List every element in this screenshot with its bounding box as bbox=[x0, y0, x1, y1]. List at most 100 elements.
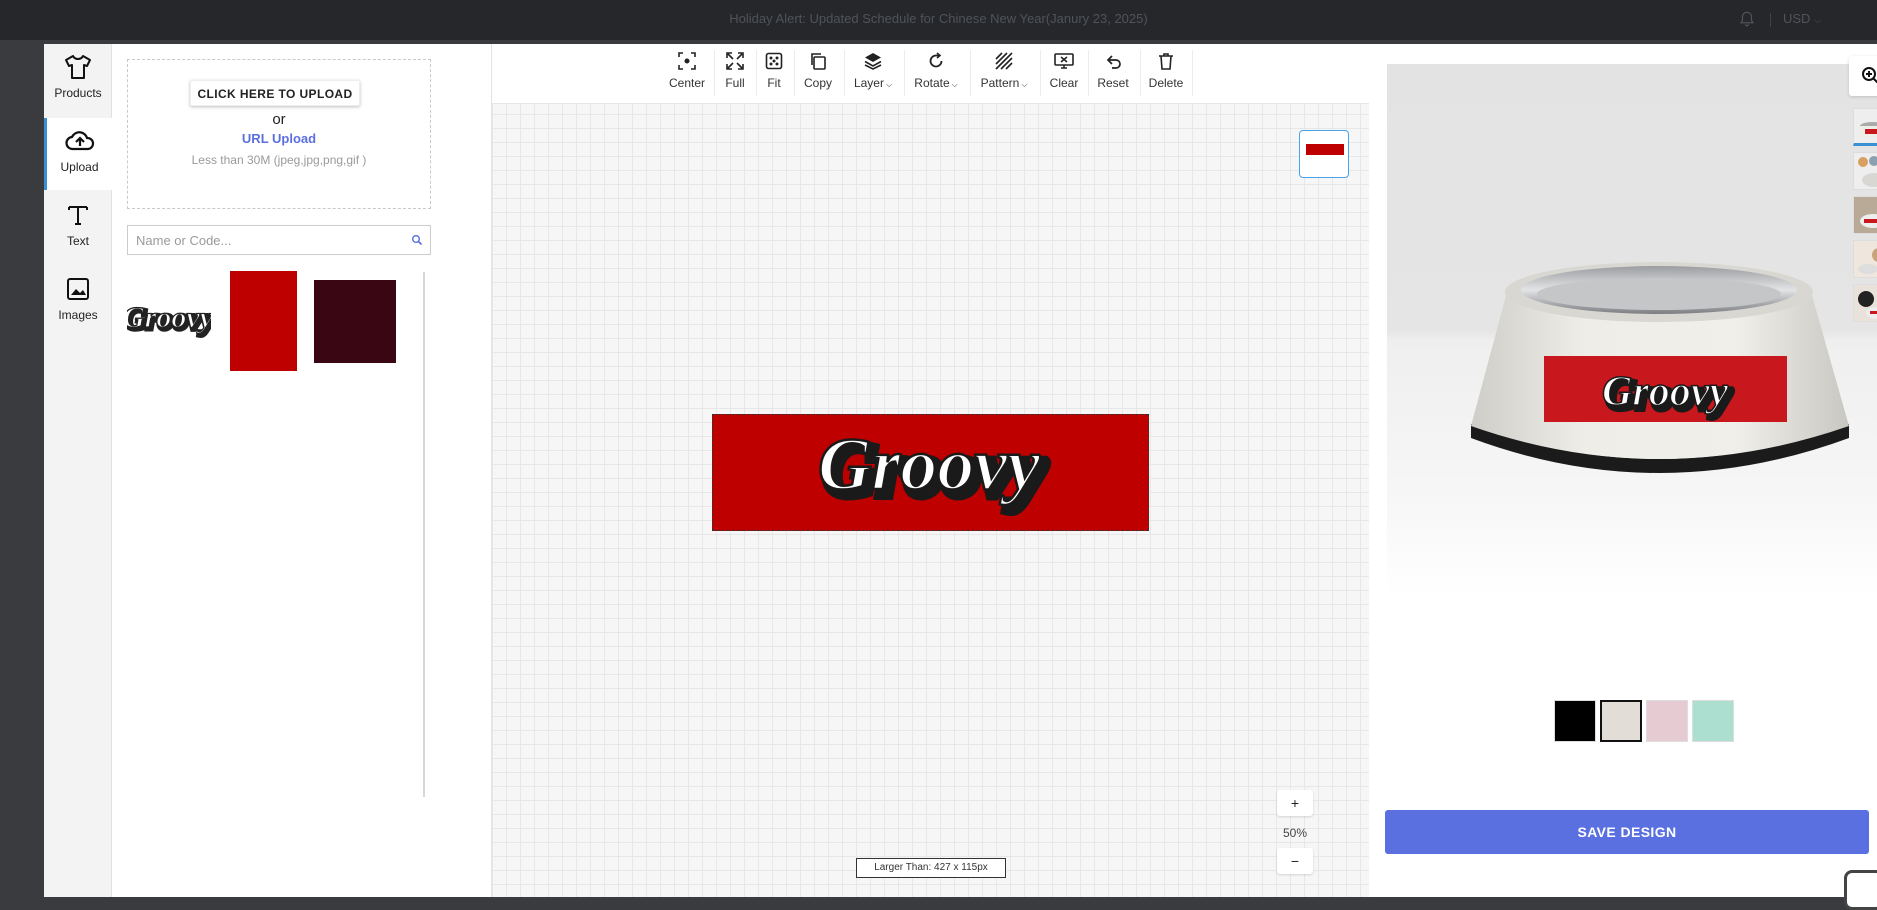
view-thumb-3[interactable] bbox=[1853, 196, 1877, 234]
view-thumb-1[interactable] bbox=[1853, 108, 1877, 146]
preview-panel: Groovy Groovy SAVE DESIGN bbox=[1369, 44, 1877, 897]
tool-label: Reset bbox=[1097, 76, 1129, 90]
zoom-in-button[interactable]: + bbox=[1277, 790, 1313, 816]
cloud-upload-icon bbox=[64, 131, 94, 151]
tshirt-icon bbox=[65, 55, 91, 79]
search-icon[interactable] bbox=[411, 234, 423, 246]
minimap-design bbox=[1306, 144, 1344, 155]
product-preview[interactable]: Groovy Groovy bbox=[1387, 64, 1877, 596]
search-input[interactable] bbox=[128, 226, 398, 254]
url-upload-link[interactable]: URL Upload bbox=[128, 131, 430, 146]
rotate-dropdown[interactable]: Rotate ⌵ bbox=[910, 52, 962, 100]
chevron-down-icon: ⌵ bbox=[885, 80, 893, 89]
save-design-button[interactable]: SAVE DESIGN bbox=[1385, 810, 1869, 854]
topbar-divider bbox=[1770, 13, 1771, 27]
swatch-black[interactable] bbox=[1554, 700, 1596, 742]
top-bar: Holiday Alert: Updated Schedule for Chin… bbox=[0, 0, 1877, 40]
full-button[interactable]: Full bbox=[720, 52, 750, 100]
page-gutter bbox=[0, 40, 44, 897]
clear-button[interactable]: Clear bbox=[1048, 52, 1080, 100]
view-thumb-graphic bbox=[1858, 156, 1877, 187]
zoom-in-icon bbox=[1862, 67, 1877, 84]
layer-dropdown[interactable]: Layer ⌵ bbox=[850, 52, 896, 100]
sidebar-item-images[interactable]: Images bbox=[44, 266, 112, 338]
tool-label: Fit bbox=[767, 76, 781, 90]
view-thumb-graphic bbox=[1854, 285, 1877, 321]
chevron-down-icon: ⌵ bbox=[1814, 15, 1821, 25]
tool-divider bbox=[844, 50, 845, 96]
sidebar-item-label: Images bbox=[58, 308, 98, 322]
currency-label: USD bbox=[1783, 11, 1811, 26]
fit-icon bbox=[765, 52, 783, 70]
view-rail bbox=[1849, 56, 1877, 336]
text-icon bbox=[68, 206, 88, 225]
design-graphic: Groovy Groovy bbox=[817, 423, 1052, 517]
swatch-pink[interactable] bbox=[1646, 700, 1688, 742]
uploaded-red-swatch[interactable] bbox=[230, 271, 297, 371]
sidebar-item-products[interactable]: Products bbox=[44, 44, 112, 116]
design-tool: Products Upload Text Images CLICK HERE T… bbox=[44, 44, 1877, 897]
delete-button[interactable]: Delete bbox=[1146, 52, 1186, 100]
tool-label: Clear bbox=[1049, 76, 1079, 90]
tool-label: Center bbox=[668, 76, 706, 90]
upload-button[interactable]: CLICK HERE TO UPLOAD bbox=[190, 80, 360, 106]
view-thumb-graphic bbox=[1854, 241, 1877, 277]
center-button[interactable]: Center bbox=[666, 52, 708, 100]
swatch-mint[interactable] bbox=[1692, 700, 1734, 742]
tool-divider bbox=[1088, 50, 1089, 96]
view-thumb-4[interactable] bbox=[1853, 240, 1877, 278]
tool-divider bbox=[756, 50, 757, 96]
copy-icon bbox=[811, 53, 826, 70]
upload-panel: CLICK HERE TO UPLOAD or URL Upload Less … bbox=[112, 44, 492, 897]
undo-icon bbox=[1106, 55, 1121, 69]
uploaded-logo-thumb[interactable]: Groovy Groovy bbox=[127, 293, 211, 345]
layers-icon bbox=[864, 53, 882, 70]
tool-label: Pattern bbox=[980, 76, 1020, 90]
canvas-minimap[interactable] bbox=[1299, 130, 1349, 178]
tool-label: Full bbox=[725, 76, 745, 90]
canvas-toolbar: Center Full Fit Copy Layer ⌵ Rotate ⌵ Pa… bbox=[492, 44, 1369, 104]
design-text: Groovy bbox=[818, 424, 1041, 506]
view-thumb-2[interactable] bbox=[1853, 152, 1877, 190]
tool-divider bbox=[794, 50, 795, 96]
pattern-icon bbox=[995, 52, 1013, 70]
design-element[interactable]: Groovy Groovy bbox=[712, 414, 1149, 531]
fit-button[interactable]: Fit bbox=[762, 52, 786, 100]
pet-bowl-mockup: Groovy Groovy bbox=[1471, 262, 1849, 473]
tool-divider bbox=[1140, 50, 1141, 96]
swatch-cream[interactable] bbox=[1600, 700, 1642, 742]
uploaded-maroon-swatch[interactable] bbox=[314, 280, 396, 363]
copy-button[interactable]: Copy bbox=[800, 52, 836, 100]
preview-zoom-button[interactable] bbox=[1849, 56, 1877, 96]
chat-widget-button[interactable] bbox=[1844, 870, 1877, 910]
zoom-level: 50% bbox=[1282, 826, 1308, 840]
sidebar-item-text[interactable]: Text bbox=[44, 192, 112, 264]
view-thumb-5[interactable] bbox=[1853, 284, 1877, 322]
holiday-alert[interactable]: Holiday Alert: Updated Schedule for Chin… bbox=[0, 11, 1877, 26]
tool-divider bbox=[904, 50, 905, 96]
trash-icon bbox=[1159, 53, 1173, 70]
size-note: Larger Than: 427 x 115px bbox=[856, 858, 1006, 878]
panel-scrollbar[interactable] bbox=[423, 272, 425, 797]
sidebar-item-label: Products bbox=[54, 86, 102, 100]
sidebar-item-label: Text bbox=[66, 234, 89, 248]
reset-button[interactable]: Reset bbox=[1094, 52, 1132, 100]
preview-label-text: Groovy bbox=[1602, 369, 1728, 415]
bell-icon[interactable] bbox=[1738, 10, 1756, 28]
sidebar-item-upload[interactable]: Upload bbox=[44, 118, 112, 190]
design-canvas[interactable]: Center Full Fit Copy Layer ⌵ Rotate ⌵ Pa… bbox=[492, 44, 1369, 897]
tool-label: Copy bbox=[803, 76, 832, 90]
fullscreen-icon bbox=[726, 52, 744, 70]
sidebar-item-label: Upload bbox=[60, 160, 99, 174]
clear-icon bbox=[1054, 53, 1074, 69]
currency-select[interactable]: USD ⌵ bbox=[1783, 11, 1821, 26]
tool-divider bbox=[714, 50, 715, 96]
zoom-out-button[interactable]: − bbox=[1277, 848, 1313, 874]
pattern-dropdown[interactable]: Pattern ⌵ bbox=[976, 52, 1032, 100]
center-icon bbox=[678, 52, 696, 70]
tool-divider bbox=[1192, 50, 1193, 96]
upload-dropzone[interactable]: CLICK HERE TO UPLOAD or URL Upload Less … bbox=[127, 59, 431, 209]
upload-hint: Less than 30M (jpeg,jpg,png,gif ) bbox=[191, 153, 367, 167]
logo-text: Groovy bbox=[127, 301, 211, 334]
tool-label: Layer bbox=[853, 76, 884, 90]
